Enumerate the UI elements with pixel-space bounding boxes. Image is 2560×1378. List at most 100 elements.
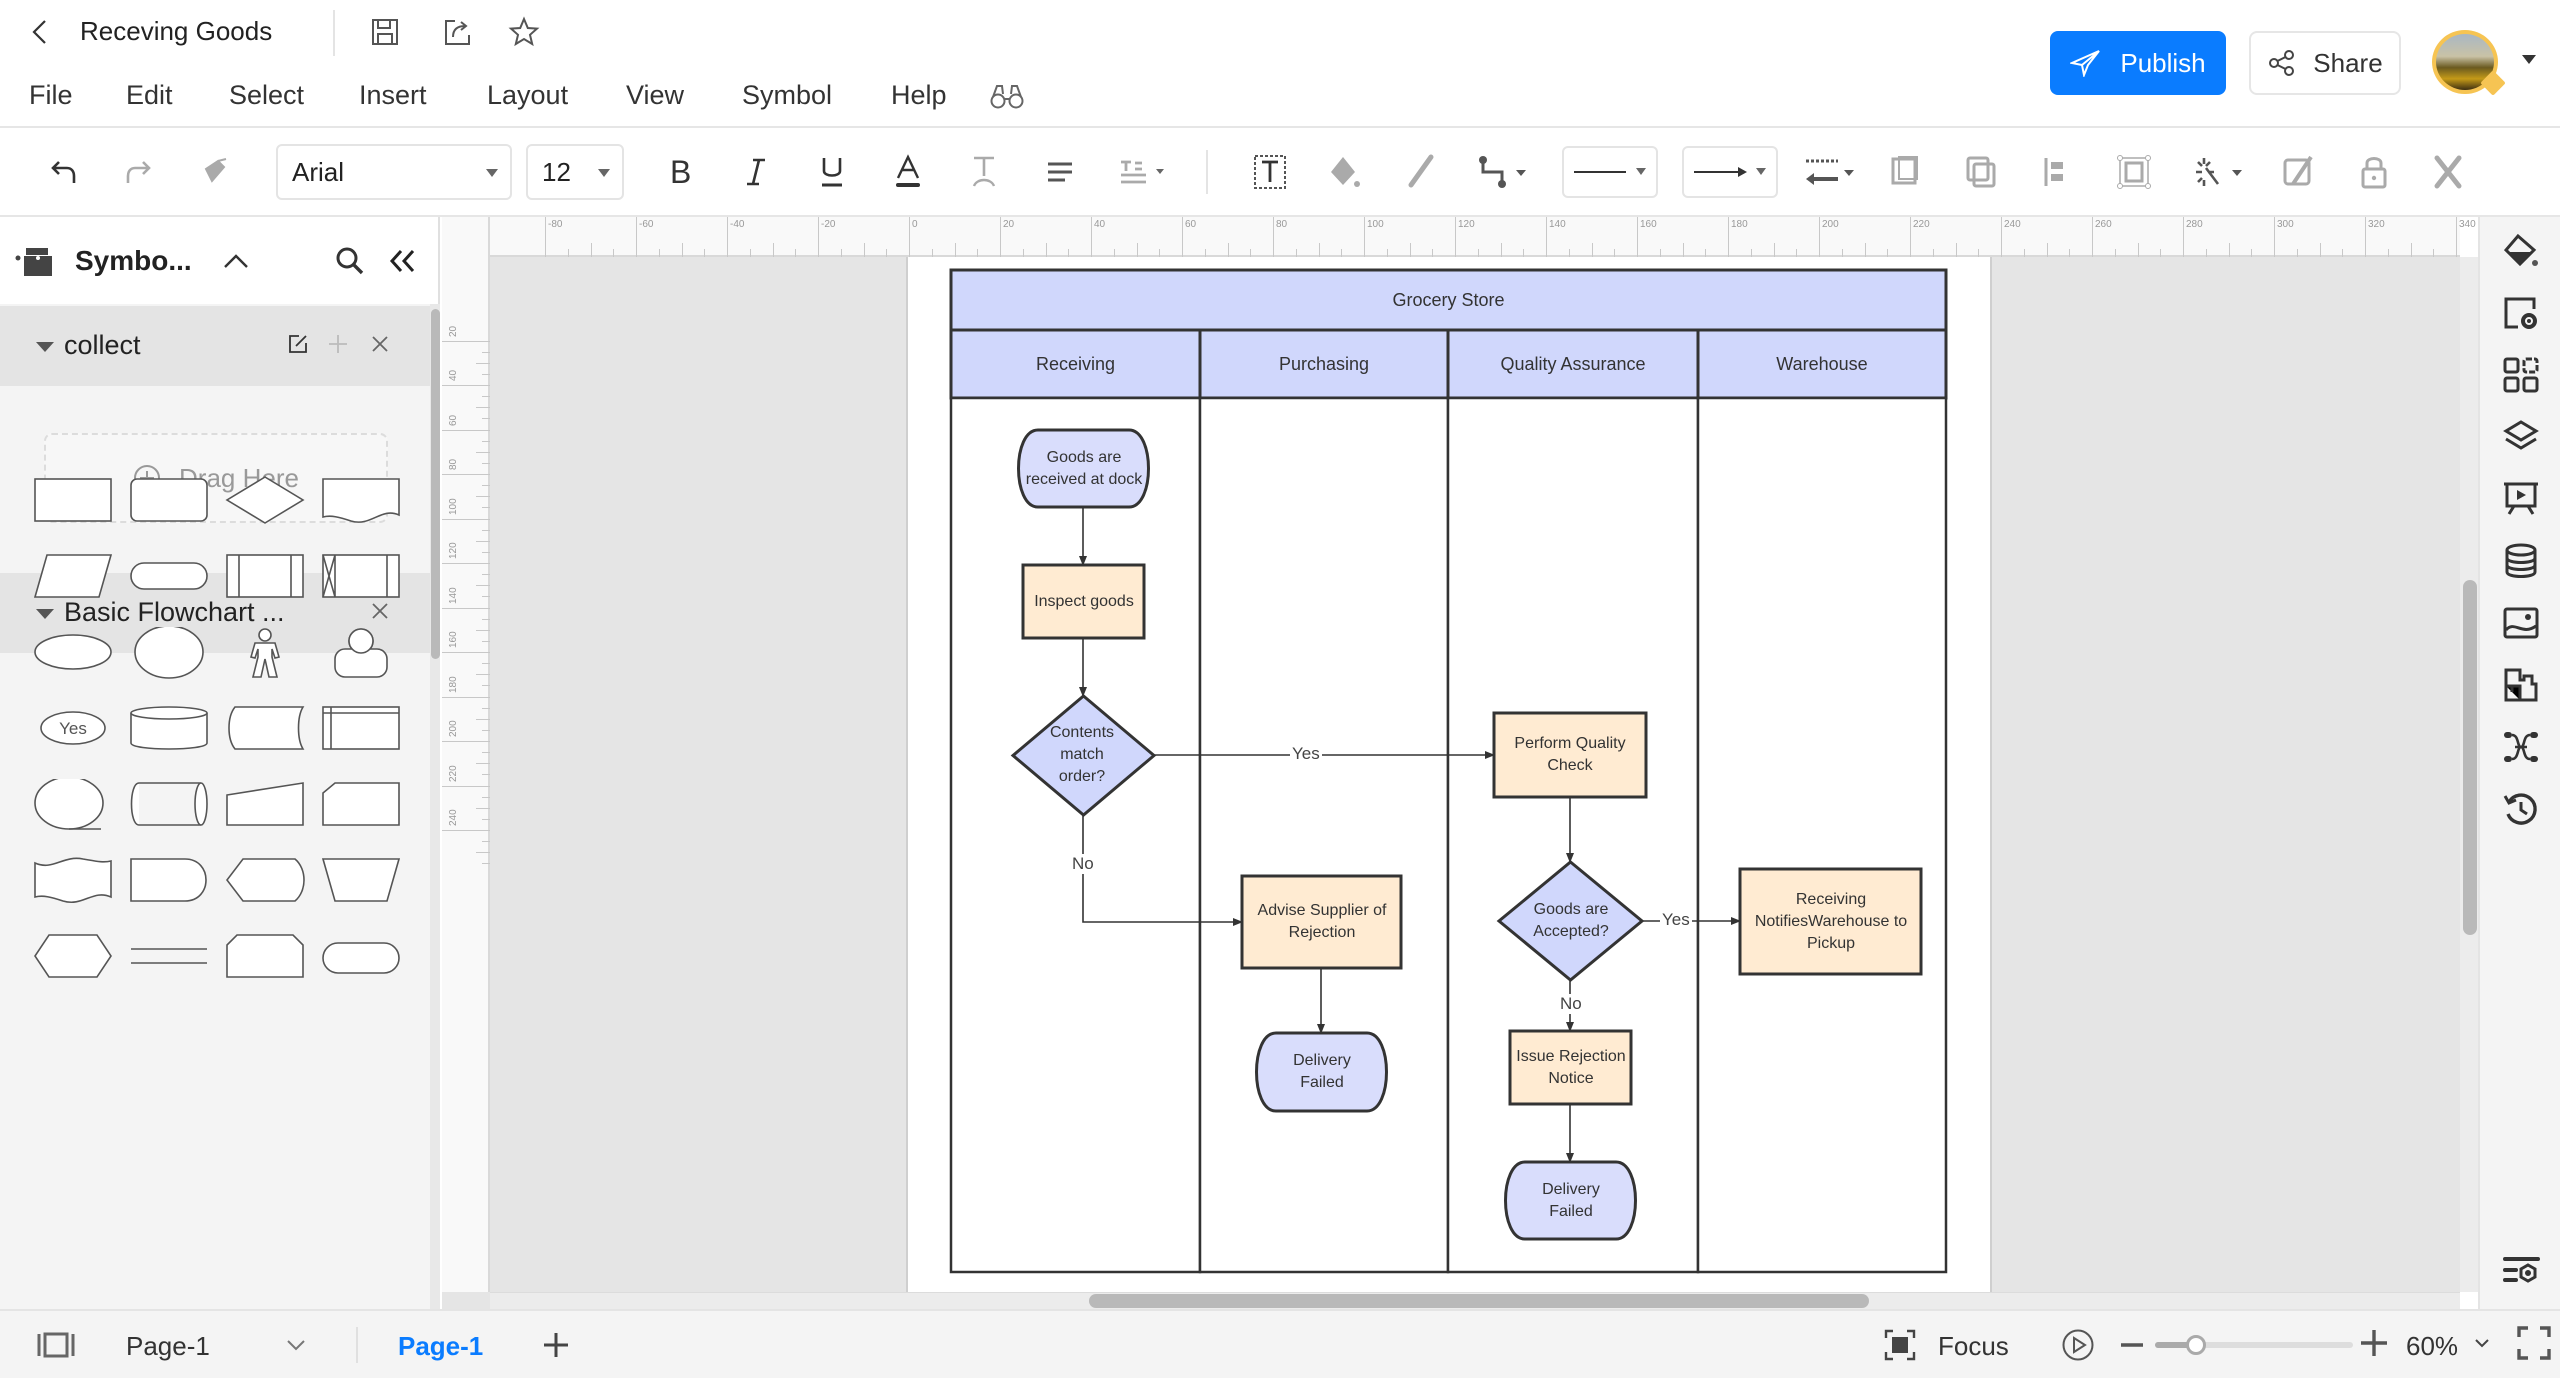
save-icon[interactable]	[367, 14, 403, 50]
fill-bucket-icon[interactable]	[2501, 231, 2541, 271]
node-advise-supplier[interactable]: Advise Supplier of Rejection	[1246, 878, 1398, 966]
shape-circle[interactable]	[129, 627, 209, 679]
horizontal-scrollbar-thumb[interactable]	[1089, 1294, 1869, 1308]
zoom-slider-thumb[interactable]	[2185, 1335, 2206, 1355]
star-icon[interactable]	[506, 14, 542, 50]
shape-actor[interactable]	[225, 627, 305, 678]
shape-yes-label[interactable]: Yes	[33, 703, 113, 753]
zoom-out-icon[interactable]	[2112, 1325, 2152, 1365]
arrow-style-select[interactable]	[1682, 146, 1778, 198]
mind-map-icon[interactable]	[2501, 727, 2541, 767]
menu-symbol[interactable]: Symbol	[742, 80, 832, 111]
italic-icon[interactable]	[734, 150, 778, 194]
page-tab-active[interactable]: Page-1	[398, 1331, 483, 1362]
align-shapes-icon[interactable]	[2036, 150, 2080, 194]
shape-decision[interactable]	[225, 475, 305, 525]
page-panel-icon[interactable]	[36, 1325, 76, 1365]
add-page-icon[interactable]	[536, 1325, 576, 1365]
shape-card[interactable]	[321, 779, 401, 829]
lock-icon[interactable]	[2352, 150, 2396, 194]
font-family-select[interactable]: Arial	[276, 144, 512, 200]
node-contents-match-decision[interactable]: Contents match order?	[1040, 715, 1124, 795]
shape-display[interactable]	[225, 855, 305, 905]
text-style-icon[interactable]	[962, 150, 1006, 194]
shape-data[interactable]	[33, 551, 113, 601]
menu-edit[interactable]: Edit	[126, 80, 173, 111]
group-icon[interactable]	[2112, 150, 2156, 194]
zoom-in-icon[interactable]	[2354, 1323, 2394, 1363]
shape-document[interactable]	[321, 475, 401, 525]
format-painter-icon[interactable]	[193, 150, 237, 194]
shape-delay[interactable]	[129, 855, 209, 905]
focus-label[interactable]: Focus	[1938, 1331, 2009, 1362]
line-style-select[interactable]	[1562, 146, 1658, 198]
menu-select[interactable]: Select	[229, 80, 304, 111]
align-icon[interactable]	[1038, 150, 1082, 194]
fill-color-icon[interactable]	[1322, 150, 1366, 194]
shape-parallel-mode[interactable]	[129, 931, 209, 981]
edit-shape-icon[interactable]	[2276, 150, 2320, 194]
bring-front-icon[interactable]	[1884, 150, 1928, 194]
font-size-select[interactable]: 12	[526, 144, 624, 200]
back-icon[interactable]	[22, 14, 58, 50]
magic-wand-icon[interactable]	[2192, 150, 2252, 194]
node-issue-rejection[interactable]: Issue Rejection Notice	[1512, 1033, 1630, 1103]
image-icon[interactable]	[2501, 603, 2541, 643]
node-start[interactable]: Goods are received at dock	[1022, 432, 1146, 506]
chevron-down-icon[interactable]	[276, 1325, 316, 1365]
shape-manual-input[interactable]	[225, 779, 305, 829]
settings-list-icon[interactable]	[2501, 1251, 2541, 1291]
layers-icon[interactable]	[2501, 417, 2541, 457]
line-color-icon[interactable]	[1398, 150, 1442, 194]
presentation-icon[interactable]	[2501, 479, 2541, 519]
shape-ellipse[interactable]	[33, 627, 113, 677]
node-delivery-failed-purchasing[interactable]: Delivery Failed	[1272, 1036, 1372, 1108]
tools-icon[interactable]	[2426, 150, 2470, 194]
shape-process[interactable]	[33, 475, 113, 525]
font-color-icon[interactable]	[886, 150, 930, 194]
node-notify-warehouse[interactable]: Receiving NotifiesWarehouse to Pickup	[1744, 872, 1918, 972]
node-delivery-failed-qa[interactable]: Delivery Failed	[1521, 1165, 1621, 1237]
shape-punched-tape[interactable]	[33, 855, 113, 905]
shape-loop-limit[interactable]	[225, 931, 305, 981]
history-icon[interactable]	[2501, 789, 2541, 829]
play-icon[interactable]	[2058, 1325, 2098, 1365]
shape-internal-storage-x[interactable]	[321, 551, 401, 601]
share-button[interactable]: Share	[2249, 31, 2401, 95]
shape-terminator-2[interactable]	[321, 931, 401, 981]
zoom-dropdown-icon[interactable]	[2462, 1323, 2502, 1363]
shape-direct-data[interactable]	[129, 779, 209, 829]
menu-help[interactable]: Help	[891, 80, 947, 111]
shape-user[interactable]	[321, 627, 401, 678]
shape-preparation[interactable]	[33, 931, 113, 981]
fullscreen-icon[interactable]	[2514, 1323, 2554, 1363]
redo-icon[interactable]	[116, 150, 160, 194]
grid-layout-icon[interactable]	[2501, 355, 2541, 395]
node-perform-quality-check[interactable]: Perform Quality Check	[1498, 714, 1642, 796]
menu-file[interactable]: File	[29, 80, 73, 111]
shape-predefined-process[interactable]	[225, 551, 305, 601]
export-icon[interactable]	[440, 14, 476, 50]
shape-stored-data[interactable]	[225, 703, 305, 753]
page-setup-icon[interactable]	[2501, 293, 2541, 333]
shape-internal-storage[interactable]	[321, 703, 401, 753]
document-title[interactable]: Receving Goods	[80, 16, 272, 47]
arrow-direction-icon[interactable]	[1800, 150, 1860, 194]
account-dropdown-icon[interactable]	[2522, 55, 2536, 64]
node-inspect-goods[interactable]: Inspect goods	[1025, 566, 1143, 638]
undo-icon[interactable]	[42, 150, 86, 194]
shape-terminator[interactable]	[129, 551, 209, 601]
menu-layout[interactable]: Layout	[487, 80, 568, 111]
database-icon[interactable]	[2501, 541, 2541, 581]
panel-scrollbar-thumb[interactable]	[431, 309, 440, 659]
shape-database[interactable]	[129, 703, 209, 753]
bold-icon[interactable]: B	[658, 150, 702, 194]
zoom-level[interactable]: 60%	[2406, 1331, 2458, 1362]
shape-sequential-data[interactable]	[33, 779, 113, 830]
menu-insert[interactable]: Insert	[359, 80, 427, 111]
text-box-icon[interactable]	[1248, 150, 1292, 194]
menu-view[interactable]: View	[626, 80, 684, 111]
spacing-icon[interactable]	[1114, 150, 1174, 194]
underline-icon[interactable]	[810, 150, 854, 194]
focus-icon[interactable]	[1880, 1325, 1920, 1365]
